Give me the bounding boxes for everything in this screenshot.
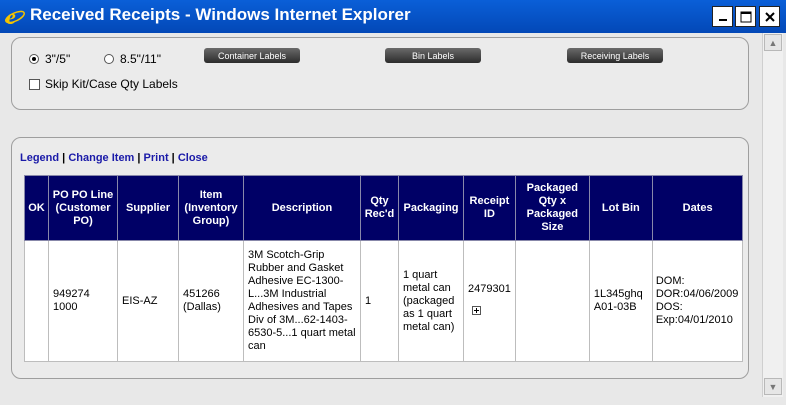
bin-labels-button[interactable]: Bin Labels (385, 48, 481, 63)
col-header-supplier: Supplier (117, 175, 179, 241)
link-separator: | (134, 152, 144, 164)
dor-date: DOR:04/06/2009 (655, 288, 739, 300)
scroll-up-button[interactable]: ▲ (764, 34, 782, 51)
svg-text:e: e (6, 5, 16, 27)
scroll-down-button[interactable]: ▼ (764, 378, 782, 395)
item-group: (Dallas) (183, 301, 221, 313)
maximize-button[interactable] (735, 6, 756, 27)
close-link[interactable]: Close (178, 152, 208, 164)
skip-kit-checkbox[interactable] (29, 79, 40, 90)
dom-date: DOM: (655, 275, 685, 287)
radio-3x5[interactable] (29, 54, 39, 64)
item-cell: 451266 (Dallas) (178, 240, 244, 362)
maximize-icon (740, 11, 751, 22)
po-cell: 949274 1000 (48, 240, 118, 362)
supplier-cell: EIS-AZ (117, 240, 179, 362)
legend-link[interactable]: Legend (20, 152, 59, 164)
chevron-down-icon: ▼ (768, 381, 778, 392)
col-header-receipt-id: Receipt ID (463, 175, 516, 241)
col-header-packaged-qty: Packaged Qty x Packaged Size (514, 175, 590, 241)
minimize-button[interactable] (712, 6, 733, 27)
col-header-description: Description (243, 175, 361, 241)
col-header-packaging: Packaging (398, 175, 464, 241)
qty-cell: 1 (360, 240, 399, 362)
radio-8-5x11[interactable] (104, 54, 114, 64)
skip-kit-label: Skip Kit/Case Qty Labels (45, 77, 178, 91)
po-line: 1000 (53, 301, 78, 313)
lot-bin-cell: 1L345ghq A01-03B (588, 240, 653, 362)
link-separator: | (168, 152, 178, 164)
close-icon (764, 11, 775, 22)
radio-3x5-label: 3"/5" (45, 52, 71, 66)
bin-value: A01-03B (593, 301, 637, 313)
change-item-link[interactable]: Change Item (68, 152, 134, 164)
chevron-up-icon: ▲ (768, 37, 778, 48)
lot-value: 1L345ghq (593, 288, 643, 300)
col-header-lot-bin: Lot Bin (588, 175, 653, 241)
description-cell: 3M Scotch-Grip Rubber and Gasket Adhesiv… (243, 240, 361, 362)
receipt-id: 2479301 (468, 283, 511, 295)
dates-cell: DOM: DOR:04/06/2009 DOS: Exp:04/01/2010 (651, 240, 744, 362)
window-title-bar: e Received Receipts - Windows Internet E… (0, 0, 786, 33)
print-link[interactable]: Print (144, 152, 169, 164)
radio-8-5x11-label: 8.5"/11" (120, 52, 161, 66)
vertical-scrollbar[interactable]: ▲ ▼ (762, 33, 783, 397)
table-row[interactable]: 949274 1000 EIS-AZ 451266 (Dallas) 3M Sc… (24, 240, 744, 362)
col-header-qty: Qty Rec'd (360, 175, 399, 241)
exp-date: Exp:04/01/2010 (655, 314, 733, 326)
packaged-qty-cell (514, 240, 590, 362)
table-header-row: OK PO PO Line (Customer PO) Supplier Ite… (24, 175, 744, 241)
minimize-icon (718, 18, 727, 21)
ok-cell[interactable] (24, 240, 49, 362)
po-number: 949274 (53, 288, 90, 300)
packaging-cell: 1 quart metal can (packaged as 1 quart m… (398, 240, 464, 362)
col-header-dates: Dates (651, 175, 744, 241)
receipt-cell: 2479301 (463, 240, 516, 362)
window-title: Received Receipts - Windows Internet Exp… (30, 5, 411, 24)
close-window-button[interactable] (759, 6, 780, 27)
col-header-ok: OK (24, 175, 49, 241)
link-separator: | (59, 152, 69, 164)
receiving-labels-button[interactable]: Receiving Labels (567, 48, 663, 63)
receipts-table: OK PO PO Line (Customer PO) Supplier Ite… (24, 175, 744, 362)
action-links: Legend | Change Item | Print | Close (20, 152, 208, 164)
internet-explorer-icon: e (5, 5, 25, 27)
container-labels-button[interactable]: Container Labels (204, 48, 300, 63)
col-header-po: PO PO Line (Customer PO) (48, 175, 118, 241)
dos-date: DOS: (655, 301, 683, 313)
col-header-item: Item (Inventory Group) (178, 175, 244, 241)
expand-plus-icon[interactable] (472, 306, 481, 315)
item-number: 451266 (183, 288, 220, 300)
